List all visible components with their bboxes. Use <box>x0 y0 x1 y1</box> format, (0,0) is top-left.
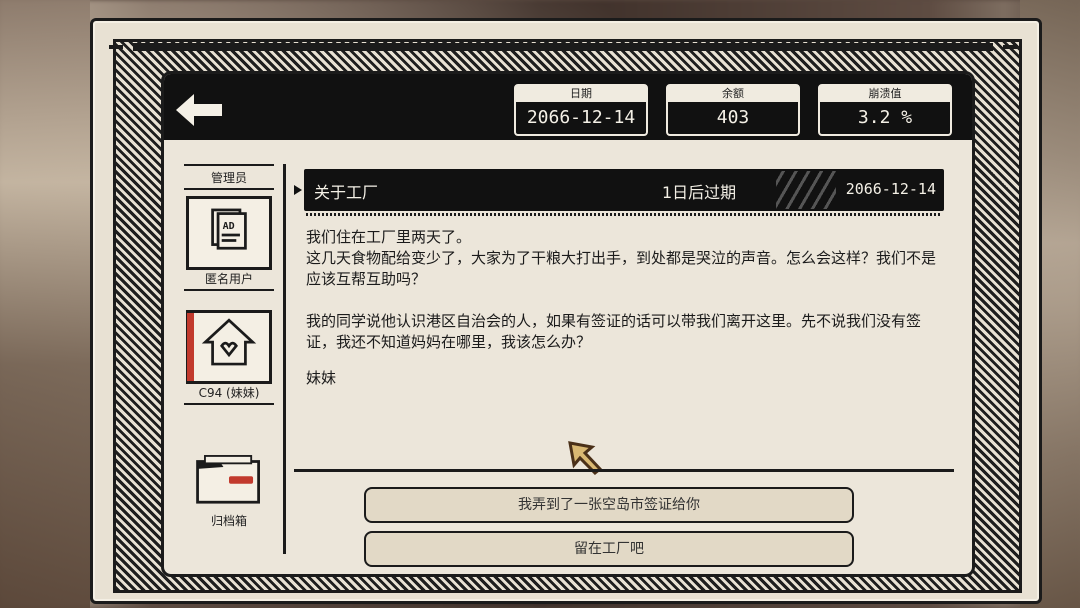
options-divider <box>294 469 954 472</box>
sidebar-item-c94[interactable]: C94 (妹妹) <box>184 310 274 405</box>
dotted-rule <box>306 213 940 216</box>
collapse-stat: 崩溃值 3.2 % <box>818 84 952 136</box>
date-stat-value: 2066-12-14 <box>526 107 636 128</box>
terminal-screen: 日期 2066-12-14 余额 403 崩溃值 3.2 % 管理员 AD 匿名… <box>161 71 975 577</box>
device-top-bar <box>109 43 1017 51</box>
message-title: 关于工厂 <box>314 183 379 202</box>
sidebar-rule <box>184 164 274 166</box>
option-stay-button[interactable]: 留在工厂吧 <box>364 531 854 567</box>
message-paragraph: 我们住在工厂里两天了。 这几天食物配给变少了，大家为了干粮大打出手，到处都是哭泣… <box>306 228 937 288</box>
date-stat: 日期 2066-12-14 <box>514 84 648 136</box>
balance-stat-label: 余额 <box>668 86 798 102</box>
collapse-stat-value: 3.2 % <box>857 107 913 128</box>
contact-sidebar: 管理员 AD 匿名用户 C94 (妹妹) 归档箱 <box>184 164 286 554</box>
sidebar-divider <box>283 164 286 554</box>
folder-icon <box>196 455 260 504</box>
svg-text:AD: AD <box>223 221 235 232</box>
sidebar-item-label: C94 (妹妹) <box>198 386 260 400</box>
date-stat-label: 日期 <box>516 86 646 102</box>
message-date: 2066-12-14 <box>845 180 936 198</box>
sidebar-item-label: 管理员 <box>210 171 247 185</box>
sidebar-item-archive[interactable]: 归档箱 <box>184 452 274 529</box>
sidebar-rule <box>184 188 274 190</box>
back-arrow-icon <box>176 94 222 126</box>
background-left <box>0 0 90 608</box>
sidebar-item-anonymous[interactable]: AD 匿名用户 <box>184 196 274 291</box>
terminal-device: 日期 2066-12-14 余额 403 崩溃值 3.2 % 管理员 AD 匿名… <box>90 18 1042 604</box>
title-stripes <box>776 171 836 209</box>
message-body: 我们住在工厂里两天了。 这几天食物配给变少了，大家为了干粮大打出手，到处都是哭泣… <box>306 227 936 410</box>
message-title-bar: 关于工厂 1日后过期 2066-12-14 <box>294 169 944 211</box>
back-button[interactable] <box>176 92 224 128</box>
sidebar-rule <box>184 403 274 405</box>
balance-stat-value: 403 <box>716 107 750 128</box>
unread-indicator <box>187 313 194 381</box>
collapse-stat-label: 崩溃值 <box>820 86 950 102</box>
option-visa-button[interactable]: 我弄到了一张空岛市签证给你 <box>364 487 854 523</box>
house-heart-icon <box>186 310 272 384</box>
sidebar-item-admin[interactable]: 管理员 <box>184 164 274 190</box>
message-signature: 妹妹 <box>306 369 337 387</box>
ad-document-icon: AD <box>186 196 272 270</box>
selection-notch <box>294 185 302 195</box>
sidebar-item-label: 匿名用户 <box>204 272 253 286</box>
sidebar-rule <box>184 289 274 291</box>
message-expiry: 1日后过期 <box>662 183 737 202</box>
message-paragraph: 我的同学说他认识港区自治会的人，如果有签证的话可以带我们离开这里。先不说我们没有… <box>306 312 922 351</box>
header-bar: 日期 2066-12-14 余额 403 崩溃值 3.2 % <box>164 74 972 140</box>
message-panel: 关于工厂 1日后过期 2066-12-14 我们住在工厂里两天了。 这几天食物配… <box>294 169 954 569</box>
sidebar-item-label: 归档箱 <box>210 514 247 528</box>
balance-stat: 余额 403 <box>666 84 800 136</box>
